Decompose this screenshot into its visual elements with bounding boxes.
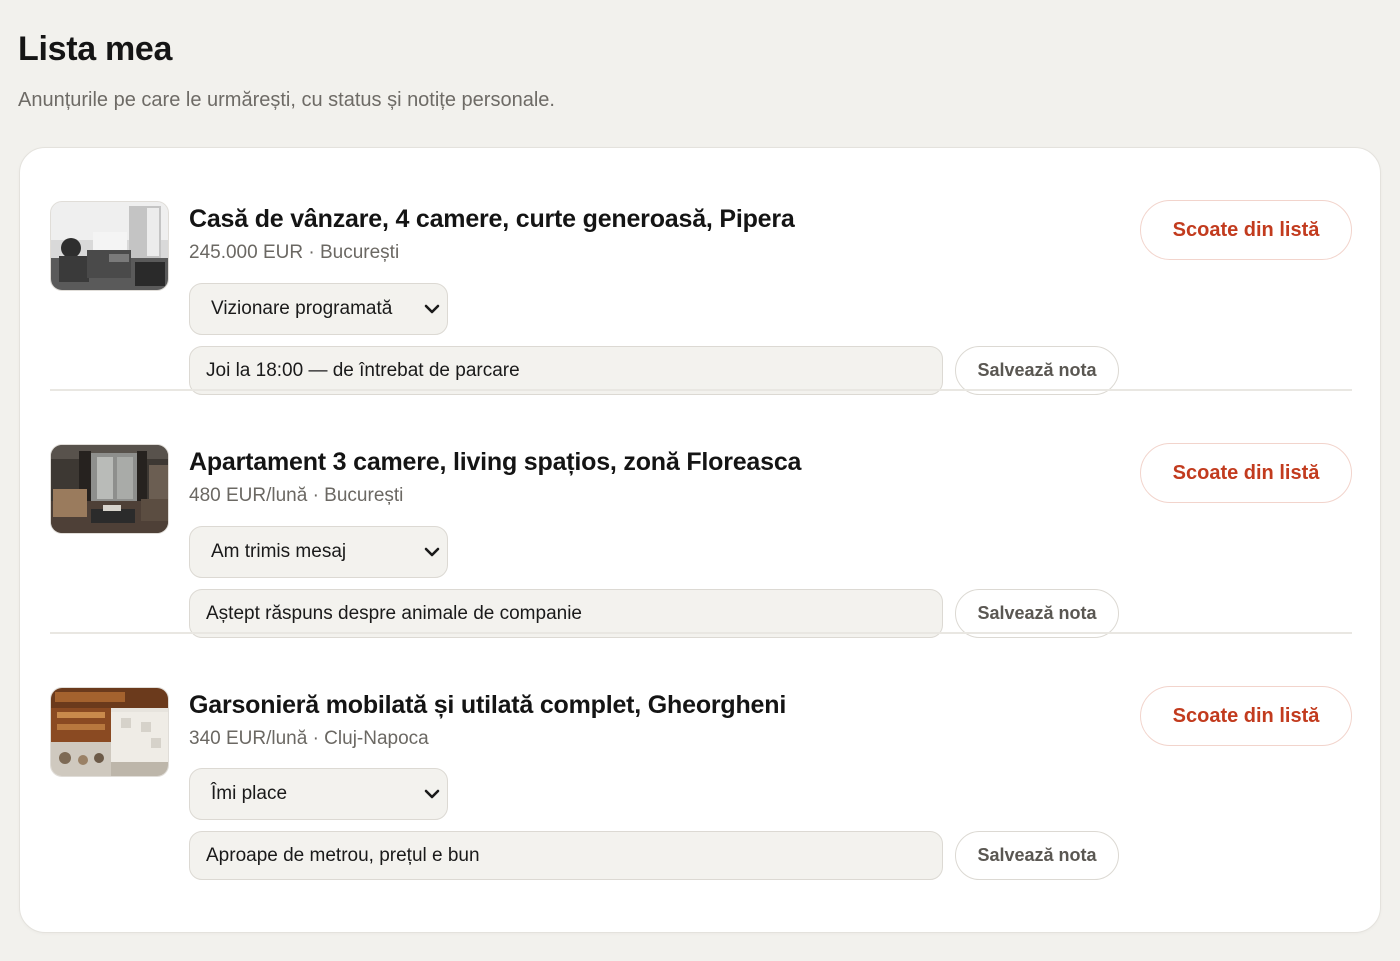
list-item: Apartament 3 camere, living spațios, zon… [50,391,1352,638]
list-item: Garsonieră mobilată și utilată complet, … [50,634,1352,880]
listing-title[interactable]: Casă de vânzare, 4 camere, curte generoa… [189,205,795,234]
listing-title[interactable]: Garsonieră mobilată și utilată complet, … [189,691,786,720]
remove-from-list-button[interactable]: Scoate din listă [1140,200,1352,260]
save-note-button[interactable]: Salvează nota [955,346,1119,395]
listing-photo-image [51,688,168,776]
remove-from-list-button[interactable]: Scoate din listă [1140,443,1352,503]
listing-photo-image [51,202,168,290]
status-select-value: Îmi place [211,783,288,804]
note-input[interactable]: Aproape de metrou, prețul e bun [189,831,943,880]
note-input[interactable]: Joi la 18:00 — de întrebat de parcare [189,346,943,395]
remove-from-list-button[interactable]: Scoate din listă [1140,686,1352,746]
status-select-value: Vizionare programată [211,298,393,319]
listing-title[interactable]: Apartament 3 camere, living spațios, zon… [189,448,801,477]
chevron-down-icon [424,547,440,557]
listing-price-location: 245.000 EUR · București [189,242,400,263]
watchlist-card: Casă de vânzare, 4 camere, curte generoa… [19,147,1381,933]
status-select[interactable]: Îmi place [189,768,448,820]
chevron-down-icon [424,304,440,314]
listing-photo-image [51,445,168,533]
listing-photo[interactable] [50,201,169,291]
chevron-down-icon [424,789,440,799]
note-input[interactable]: Aștept răspuns despre animale de compani… [189,589,943,638]
listing-photo[interactable] [50,444,169,534]
status-select-value: Am trimis mesaj [211,541,347,562]
save-note-button[interactable]: Salvează nota [955,831,1119,880]
listing-photo[interactable] [50,687,169,777]
watchlist-page: Lista mea Anunțurile pe care le urmăreșt… [0,0,1400,961]
save-note-button[interactable]: Salvează nota [955,589,1119,638]
page-title: Lista mea [18,30,173,68]
status-select[interactable]: Am trimis mesaj [189,526,448,578]
page-subtitle: Anunțurile pe care le urmărești, cu stat… [18,89,555,111]
status-select[interactable]: Vizionare programată [189,283,448,335]
list-item: Casă de vânzare, 4 camere, curte generoa… [50,148,1352,395]
listing-price-location: 480 EUR/lună · București [189,485,404,506]
listing-price-location: 340 EUR/lună · Cluj-Napoca [189,728,429,749]
